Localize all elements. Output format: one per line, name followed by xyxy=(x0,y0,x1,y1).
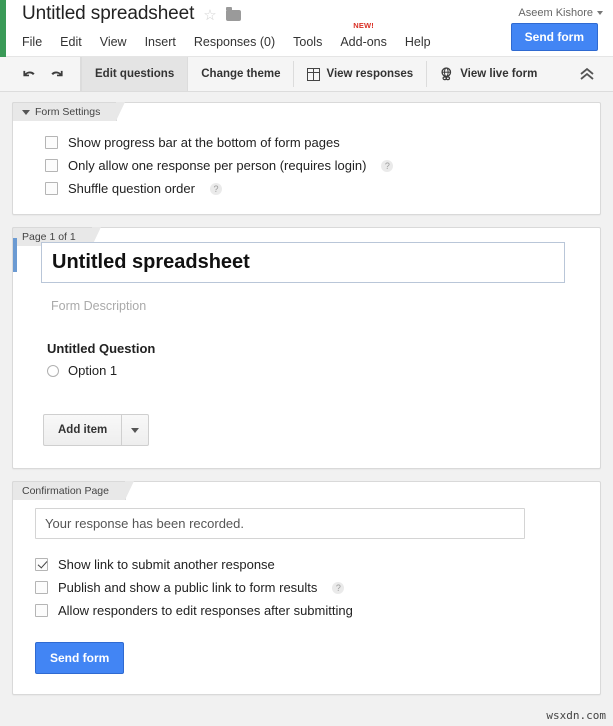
triangle-down-icon xyxy=(131,428,139,433)
send-form-button-top[interactable]: Send form xyxy=(511,23,598,51)
app-header: Untitled spreadsheet ☆ File Edit View In… xyxy=(0,0,613,57)
double-chevron-up-icon[interactable] xyxy=(579,67,595,81)
menu-label: File xyxy=(22,35,42,49)
form-settings-card: Form Settings Show progress bar at the b… xyxy=(12,102,601,215)
star-outline-icon[interactable]: ☆ xyxy=(203,8,216,23)
form-settings-tab[interactable]: Form Settings xyxy=(12,102,117,121)
checkbox[interactable] xyxy=(45,182,58,195)
form-title-value: Untitled spreadsheet xyxy=(52,251,554,274)
option-show-submit-another-link[interactable]: Show link to submit another response xyxy=(35,553,600,576)
redo-icon[interactable] xyxy=(49,68,64,81)
option-allow-edit-after-submit[interactable]: Allow responders to edit responses after… xyxy=(35,599,600,622)
page-title[interactable]: Untitled spreadsheet xyxy=(22,3,194,25)
menu-item-file[interactable]: File xyxy=(22,32,51,52)
confirmation-message-input[interactable]: Your response has been recorded. xyxy=(35,508,525,539)
tab-label: Change theme xyxy=(201,68,280,80)
tab-label: View live form xyxy=(460,68,537,80)
help-icon[interactable]: ? xyxy=(332,582,344,594)
tab-edit-questions[interactable]: Edit questions xyxy=(81,57,188,91)
account-menu[interactable]: Aseem Kishore xyxy=(518,7,603,19)
tab-label: Edit questions xyxy=(95,68,174,80)
triangle-down-icon xyxy=(22,110,30,115)
menu-item-edit[interactable]: Edit xyxy=(51,32,91,52)
checkbox[interactable] xyxy=(35,558,48,571)
confirmation-body: Your response has been recorded. Show li… xyxy=(13,482,600,694)
menu-item-help[interactable]: Help xyxy=(396,32,440,52)
option-label: Publish and show a public link to form r… xyxy=(58,580,317,595)
confirmation-page-tab: Confirmation Page xyxy=(12,481,126,500)
confirmation-page-card: Confirmation Page Your response has been… xyxy=(12,481,601,695)
tab-label: Form Settings xyxy=(35,106,100,118)
green-accent-rail xyxy=(0,0,6,57)
add-item-button-group[interactable]: Add item xyxy=(43,414,149,446)
menu-label: Edit xyxy=(60,35,82,49)
add-item-button[interactable]: Add item xyxy=(44,415,121,445)
grid-icon xyxy=(307,68,320,81)
toolbar: Edit questions Change theme View respons… xyxy=(0,57,613,92)
menu-item-view[interactable]: View xyxy=(91,32,136,52)
tab-label: View responses xyxy=(326,68,413,80)
setting-one-response-per-person[interactable]: Only allow one response per person (requ… xyxy=(45,154,600,177)
tab-label: Confirmation Page xyxy=(22,485,109,497)
form-title-input[interactable]: Untitled spreadsheet xyxy=(41,242,565,283)
watermark: wsxdn.com xyxy=(546,709,606,722)
form-page-body: Untitled spreadsheet Form Description Un… xyxy=(13,228,600,468)
setting-shuffle-question-order[interactable]: Shuffle question order ? xyxy=(45,177,600,200)
account-name: Aseem Kishore xyxy=(518,7,593,19)
option-label: Show link to submit another response xyxy=(58,557,275,572)
globe-link-icon xyxy=(440,67,454,81)
setting-label: Only allow one response per person (requ… xyxy=(68,158,366,173)
checkbox[interactable] xyxy=(35,604,48,617)
form-description-input[interactable]: Form Description xyxy=(51,299,584,313)
option-publish-public-results-link[interactable]: Publish and show a public link to form r… xyxy=(35,576,600,599)
blue-accent-rail xyxy=(13,238,17,272)
folder-icon[interactable] xyxy=(226,10,241,21)
menu-item-insert[interactable]: Insert xyxy=(136,32,185,52)
menu-item-addons[interactable]: NEW! Add-ons xyxy=(331,32,396,52)
menu-label: View xyxy=(100,35,127,49)
menu-bar: File Edit View Insert Responses (0) Tool… xyxy=(22,32,440,52)
question-option-row[interactable]: Option 1 xyxy=(47,363,584,378)
menu-item-responses[interactable]: Responses (0) xyxy=(185,32,284,52)
setting-show-progress-bar[interactable]: Show progress bar at the bottom of form … xyxy=(45,131,600,154)
menu-item-tools[interactable]: Tools xyxy=(284,32,331,52)
setting-label: Show progress bar at the bottom of form … xyxy=(68,135,340,150)
menu-label: Insert xyxy=(145,35,176,49)
menu-label: Responses (0) xyxy=(194,35,275,49)
question-item[interactable]: Untitled Question Option 1 xyxy=(47,341,584,378)
radio-button[interactable] xyxy=(47,365,59,377)
checkbox[interactable] xyxy=(45,136,58,149)
main-content: Form Settings Show progress bar at the b… xyxy=(0,92,613,695)
tab-change-theme[interactable]: Change theme xyxy=(188,57,293,91)
checkbox[interactable] xyxy=(35,581,48,594)
menu-label: Help xyxy=(405,35,431,49)
option-label: Option 1 xyxy=(68,363,117,378)
option-label: Allow responders to edit responses after… xyxy=(58,603,353,618)
chevron-down-icon xyxy=(597,11,603,15)
tab-view-live-form[interactable]: View live form xyxy=(427,57,550,91)
undo-redo-group xyxy=(0,57,81,91)
tab-view-responses[interactable]: View responses xyxy=(294,57,426,91)
new-badge: NEW! xyxy=(353,21,374,30)
help-icon[interactable]: ? xyxy=(210,183,222,195)
document-title-row: Untitled spreadsheet ☆ xyxy=(22,3,241,25)
menu-label: Tools xyxy=(293,35,322,49)
help-icon[interactable]: ? xyxy=(381,160,393,172)
confirmation-options: Show link to submit another response Pub… xyxy=(35,553,600,622)
add-item-dropdown-button[interactable] xyxy=(121,415,148,445)
send-form-button-bottom[interactable]: Send form xyxy=(35,642,124,674)
menu-label: Add-ons xyxy=(340,35,387,49)
form-page-card: Page 1 of 1 Untitled spreadsheet Form De… xyxy=(12,227,601,469)
question-title: Untitled Question xyxy=(47,341,584,356)
checkbox[interactable] xyxy=(45,159,58,172)
setting-label: Shuffle question order xyxy=(68,181,195,196)
undo-icon[interactable] xyxy=(22,68,37,81)
